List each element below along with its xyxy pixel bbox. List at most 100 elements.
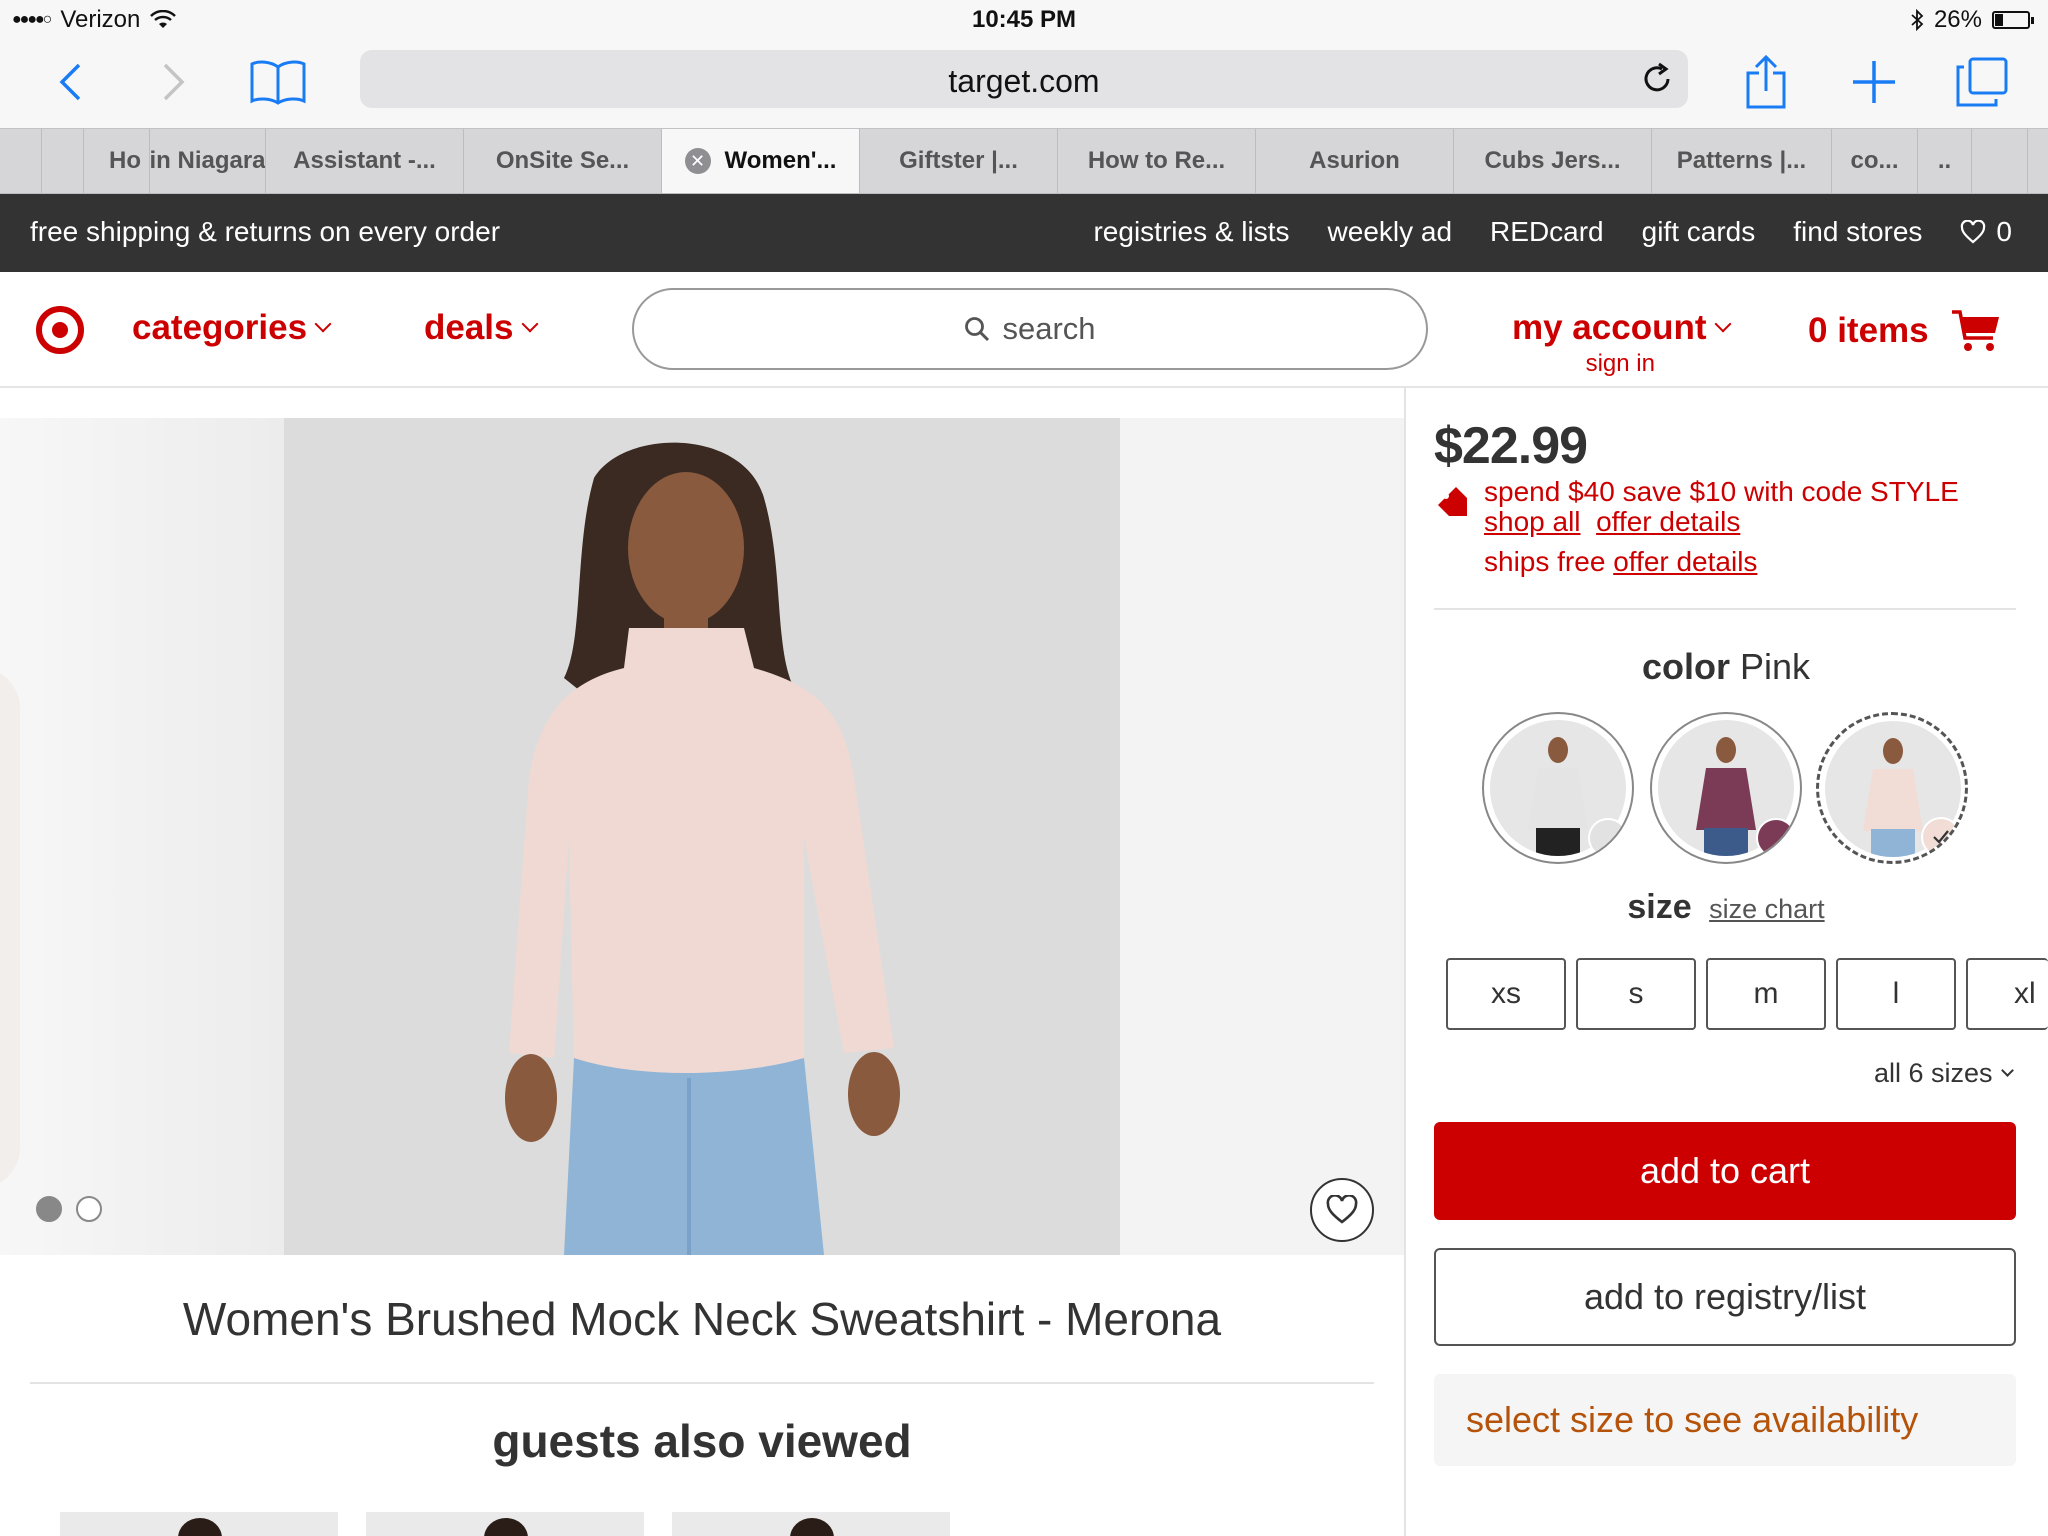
swatch-color-chip (1588, 818, 1628, 858)
size-chart-link[interactable]: size chart (1709, 894, 1825, 924)
size-option-l[interactable]: l (1836, 958, 1956, 1030)
offer-details-link[interactable]: offer details (1596, 506, 1740, 537)
browser-tab[interactable]: Ho (84, 129, 150, 193)
size-option-xs[interactable]: xs (1446, 958, 1566, 1030)
browser-tab[interactable]: Assistant -... (266, 129, 464, 193)
add-to-cart-button[interactable]: add to cart (1434, 1122, 2016, 1220)
color-label: color (1641, 646, 1730, 687)
share-icon (1746, 55, 1786, 109)
browser-tab[interactable]: OnSite Se... (464, 129, 662, 193)
carousel-dot[interactable] (76, 1196, 102, 1222)
divider (30, 1382, 1374, 1384)
browser-tab[interactable]: Patterns |... (1652, 129, 1832, 193)
tab-stub[interactable] (1972, 129, 2028, 193)
address-bar[interactable]: target.com (360, 50, 1688, 108)
favorites-link[interactable]: 0 (1960, 216, 2012, 248)
browser-tab[interactable]: Asurion (1256, 129, 1454, 193)
deals-label: deals (424, 308, 514, 347)
tab-label: Asurion (1309, 147, 1400, 174)
browser-tab[interactable]: in Niagara (150, 129, 266, 193)
my-account-menu[interactable]: my account sign in (1512, 308, 1731, 378)
categories-label: categories (132, 308, 308, 347)
product-image-carousel[interactable] (0, 418, 1404, 1255)
new-tab-button[interactable] (1844, 52, 1904, 112)
find-stores-link[interactable]: find stores (1793, 216, 1922, 248)
availability-message: select size to see availability (1434, 1374, 2016, 1466)
my-account-label: my account (1512, 308, 1707, 347)
promo-offer: spend $40 save $10 with code STYLE (1484, 476, 1959, 507)
browser-tab[interactable]: Giftster |... (860, 129, 1058, 193)
target-logo-icon[interactable] (36, 306, 84, 354)
reload-icon[interactable] (1640, 62, 1674, 96)
carousel-previous-slide (0, 418, 284, 1255)
previous-slide-garment (0, 668, 20, 1188)
browser-tab[interactable]: How to Re... (1058, 129, 1256, 193)
search-placeholder: search (1002, 311, 1096, 346)
recommendation-thumbnail[interactable] (60, 1512, 338, 1536)
weekly-ad-link[interactable]: weekly ad (1328, 216, 1453, 248)
bookmarks-button[interactable] (248, 52, 308, 112)
shop-all-link[interactable]: shop all (1484, 506, 1581, 537)
cart-button[interactable]: 0 items (1808, 308, 2001, 354)
tab-label: Ho (109, 147, 141, 174)
tab-label: Giftster |... (899, 147, 1018, 174)
price-tag-icon (1438, 487, 1467, 516)
utility-nav: registries & lists weekly ad REDcard gif… (1093, 216, 2012, 248)
registries-link[interactable]: registries & lists (1093, 216, 1289, 248)
search-input[interactable]: search (632, 288, 1428, 370)
thumbnail-photo (790, 1518, 834, 1536)
categories-menu[interactable]: categories (132, 308, 332, 348)
ships-free-label: ships free (1484, 546, 1606, 577)
add-to-favorites-button[interactable] (1310, 1178, 1374, 1242)
tab-stub[interactable] (42, 129, 84, 193)
deals-menu[interactable]: deals (424, 308, 538, 348)
color-swatch-pink-selected[interactable] (1816, 712, 1968, 864)
back-button[interactable] (40, 52, 100, 112)
size-option-s[interactable]: s (1576, 958, 1696, 1030)
checkmark-icon (1933, 830, 1949, 844)
gift-cards-link[interactable]: gift cards (1642, 216, 1756, 248)
close-tab-icon[interactable]: ✕ (684, 148, 711, 174)
tab-strip: Ho in Niagara Assistant -... OnSite Se..… (0, 128, 2048, 194)
favorites-count: 0 (1996, 216, 2012, 247)
size-option-m[interactable]: m (1706, 958, 1826, 1030)
bluetooth-icon (1911, 9, 1924, 31)
status-right: 26% (1910, 6, 2034, 34)
site-header: categories deals search my account sign … (0, 272, 2048, 388)
search-icon (965, 317, 990, 342)
tab-label: Cubs Jers... (1484, 147, 1621, 174)
cart-icon (1951, 310, 1999, 351)
share-button[interactable] (1736, 52, 1796, 112)
promo-bar: free shipping & returns on every order r… (0, 194, 2048, 272)
tab-stub[interactable] (0, 129, 42, 193)
color-swatch-gray[interactable] (1482, 712, 1634, 864)
forward-button[interactable] (144, 52, 204, 112)
shipping-offer-details-link[interactable]: offer details (1613, 546, 1757, 577)
add-to-registry-button[interactable]: add to registry/list (1434, 1248, 2016, 1346)
browser-tab[interactable]: .. (1918, 129, 1972, 193)
size-selector-label: size size chart (1404, 888, 2048, 927)
browser-tab[interactable]: co... (1832, 129, 1918, 193)
thumbnail-photo (484, 1518, 528, 1536)
product-photo (284, 418, 1120, 1255)
carousel-dots (36, 1196, 102, 1222)
tabs-button[interactable] (1952, 52, 2012, 112)
browser-tab[interactable]: Cubs Jers... (1454, 129, 1652, 193)
carousel-dot[interactable] (36, 1196, 62, 1222)
recommendation-thumbnail[interactable] (366, 1512, 644, 1536)
shipping-message: free shipping & returns on every order (30, 216, 501, 247)
color-value: Pink (1740, 646, 1811, 687)
browser-tab-active[interactable]: ✕ Women'... (662, 129, 860, 193)
tab-label: Assistant -... (293, 147, 436, 174)
color-swatch-burgundy[interactable] (1650, 712, 1802, 864)
size-option-xl[interactable]: xl (1966, 958, 2048, 1030)
chevron-down-icon (521, 315, 538, 333)
swatch-color-chip (1921, 817, 1961, 857)
redcard-link[interactable]: REDcard (1490, 216, 1604, 248)
all-sizes-toggle[interactable]: all 6 sizes (1874, 1058, 2014, 1089)
sign-in-link[interactable]: sign in (1512, 350, 1729, 378)
chevron-down-icon (1714, 315, 1731, 333)
tab-label: Women'... (724, 147, 837, 174)
ios-status-bar: ●●●●○ Verizon 10:45 PM 26% (0, 0, 2048, 40)
recommendation-thumbnail[interactable] (672, 1512, 950, 1536)
